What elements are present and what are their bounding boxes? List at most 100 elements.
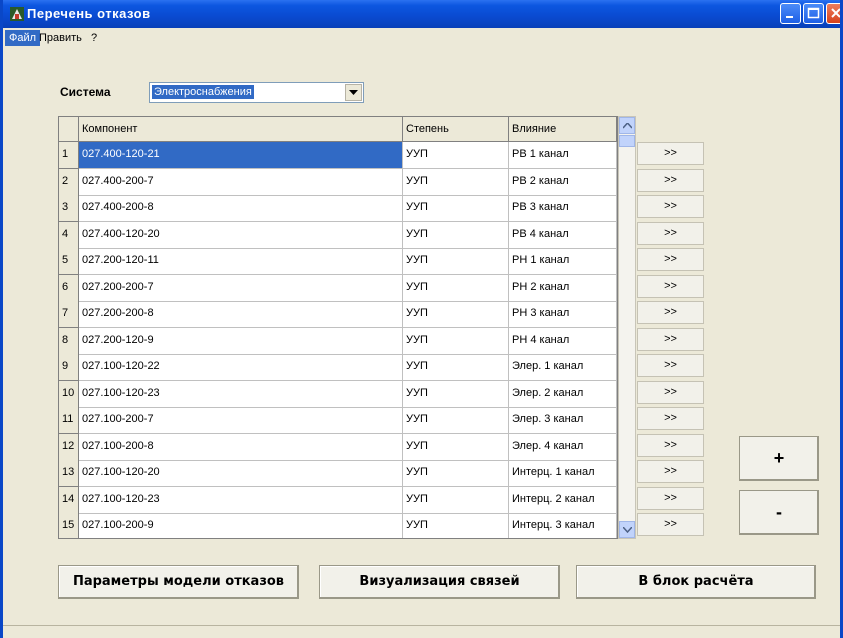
- failure-model-params-button[interactable]: Параметры модели отказов: [58, 565, 299, 599]
- row-detail-button[interactable]: >>: [637, 460, 704, 483]
- row-detail-button[interactable]: >>: [637, 433, 704, 457]
- maximize-button[interactable]: [803, 3, 824, 24]
- add-button[interactable]: +: [739, 436, 819, 481]
- effect-cell[interactable]: РВ 3 канал: [509, 195, 617, 222]
- menu-edit[interactable]: Править: [35, 30, 86, 46]
- row-detail-button[interactable]: >>: [637, 380, 704, 404]
- effect-cell[interactable]: Элер. 4 канал: [509, 433, 617, 461]
- table-row[interactable]: 1 027.400-120-21 УУП РВ 1 канал: [59, 142, 617, 169]
- component-cell[interactable]: 027.200-120-9: [79, 327, 403, 355]
- system-combobox[interactable]: Электроснабжения: [149, 82, 364, 103]
- effect-cell[interactable]: РВ 4 канал: [509, 221, 617, 249]
- row-detail-button[interactable]: >>: [637, 221, 704, 245]
- menu-help[interactable]: ?: [87, 30, 101, 46]
- degree-cell[interactable]: УУП: [403, 274, 509, 302]
- degree-cell[interactable]: УУП: [403, 248, 509, 275]
- component-cell[interactable]: 027.100-120-20: [79, 460, 403, 487]
- effect-cell[interactable]: Элер. 1 канал: [509, 354, 617, 381]
- row-number-cell[interactable]: 3: [59, 195, 79, 222]
- component-cell[interactable]: 027.400-120-21: [79, 142, 403, 169]
- column-header-component[interactable]: Компонент: [79, 117, 403, 142]
- table-row[interactable]: 9 027.100-120-22 УУП Элер. 1 канал: [59, 354, 617, 381]
- degree-cell[interactable]: УУП: [403, 460, 509, 487]
- scroll-down-button[interactable]: [619, 521, 635, 538]
- effect-cell[interactable]: РВ 1 канал: [509, 142, 617, 169]
- table-row[interactable]: 4 027.400-120-20 УУП РВ 4 канал: [59, 221, 617, 249]
- row-detail-button[interactable]: >>: [637, 195, 704, 218]
- table-row[interactable]: 6 027.200-200-7 УУП РН 2 канал: [59, 274, 617, 302]
- row-detail-button[interactable]: >>: [637, 354, 704, 377]
- row-detail-button[interactable]: >>: [637, 168, 704, 192]
- component-cell[interactable]: 027.400-200-7: [79, 168, 403, 196]
- remove-button[interactable]: -: [739, 490, 819, 535]
- column-header-degree[interactable]: Степень: [403, 117, 509, 142]
- degree-cell[interactable]: УУП: [403, 486, 509, 514]
- component-cell[interactable]: 027.100-120-22: [79, 354, 403, 381]
- row-number-cell[interactable]: 1: [59, 142, 79, 169]
- scroll-thumb[interactable]: [619, 135, 635, 147]
- table-row[interactable]: 14 027.100-120-23 УУП Интерц. 2 канал: [59, 486, 617, 514]
- degree-cell[interactable]: УУП: [403, 433, 509, 461]
- table-row[interactable]: 2 027.400-200-7 УУП РВ 2 канал: [59, 168, 617, 196]
- to-calculation-button[interactable]: В блок расчёта: [576, 565, 816, 599]
- degree-cell[interactable]: УУП: [403, 221, 509, 249]
- table-row[interactable]: 5 027.200-120-11 УУП РН 1 канал: [59, 248, 617, 275]
- component-cell[interactable]: 027.200-200-8: [79, 301, 403, 328]
- row-detail-button[interactable]: >>: [637, 301, 704, 324]
- row-detail-button[interactable]: >>: [637, 407, 704, 430]
- effect-cell[interactable]: Интерц. 1 канал: [509, 460, 617, 487]
- degree-cell[interactable]: УУП: [403, 380, 509, 408]
- effect-cell[interactable]: Интерц. 3 канал: [509, 513, 617, 538]
- visualize-links-button[interactable]: Визуализация связей: [319, 565, 560, 599]
- row-number-cell[interactable]: 6: [59, 274, 79, 302]
- table-row[interactable]: 3 027.400-200-8 УУП РВ 3 канал: [59, 195, 617, 222]
- effect-cell[interactable]: Интерц. 2 канал: [509, 486, 617, 514]
- component-cell[interactable]: 027.100-120-23: [79, 486, 403, 514]
- component-cell[interactable]: 027.100-120-23: [79, 380, 403, 408]
- component-cell[interactable]: 027.400-200-8: [79, 195, 403, 222]
- effect-cell[interactable]: РВ 2 канал: [509, 168, 617, 196]
- row-detail-button[interactable]: >>: [637, 248, 704, 271]
- row-detail-button[interactable]: >>: [637, 513, 704, 536]
- row-number-cell[interactable]: 12: [59, 433, 79, 461]
- degree-cell[interactable]: УУП: [403, 168, 509, 196]
- degree-cell[interactable]: УУП: [403, 142, 509, 169]
- table-row[interactable]: 15 027.100-200-9 УУП Интерц. 3 канал: [59, 513, 617, 538]
- vertical-scrollbar[interactable]: [618, 116, 636, 539]
- degree-cell[interactable]: УУП: [403, 327, 509, 355]
- effect-cell[interactable]: РН 2 канал: [509, 274, 617, 302]
- row-detail-button[interactable]: >>: [637, 142, 704, 165]
- row-detail-button[interactable]: >>: [637, 274, 704, 298]
- row-detail-button[interactable]: >>: [637, 327, 704, 351]
- row-number-cell[interactable]: 9: [59, 354, 79, 381]
- degree-cell[interactable]: УУП: [403, 513, 509, 538]
- component-cell[interactable]: 027.100-200-8: [79, 433, 403, 461]
- title-bar[interactable]: Перечень отказов: [3, 0, 840, 28]
- degree-cell[interactable]: УУП: [403, 407, 509, 434]
- table-row[interactable]: 13 027.100-120-20 УУП Интерц. 1 канал: [59, 460, 617, 487]
- component-cell[interactable]: 027.200-200-7: [79, 274, 403, 302]
- row-number-cell[interactable]: 11: [59, 407, 79, 434]
- dropdown-button[interactable]: [345, 84, 362, 101]
- component-cell[interactable]: 027.400-120-20: [79, 221, 403, 249]
- component-cell[interactable]: 027.200-120-11: [79, 248, 403, 275]
- table-row[interactable]: 12 027.100-200-8 УУП Элер. 4 канал: [59, 433, 617, 461]
- row-number-cell[interactable]: 5: [59, 248, 79, 275]
- row-detail-button[interactable]: >>: [637, 486, 704, 510]
- effect-cell[interactable]: РН 3 канал: [509, 301, 617, 328]
- effect-cell[interactable]: Элер. 2 канал: [509, 380, 617, 408]
- degree-cell[interactable]: УУП: [403, 301, 509, 328]
- minimize-button[interactable]: [780, 3, 801, 24]
- effect-cell[interactable]: РН 4 канал: [509, 327, 617, 355]
- table-row[interactable]: 8 027.200-120-9 УУП РН 4 канал: [59, 327, 617, 355]
- row-number-cell[interactable]: 13: [59, 460, 79, 487]
- column-header-effect[interactable]: Влияние: [509, 117, 617, 142]
- row-number-cell[interactable]: 7: [59, 301, 79, 328]
- effect-cell[interactable]: Элер. 3 канал: [509, 407, 617, 434]
- row-number-cell[interactable]: 15: [59, 513, 79, 538]
- close-button[interactable]: [826, 3, 840, 24]
- row-number-cell[interactable]: 4: [59, 221, 79, 249]
- row-number-cell[interactable]: 8: [59, 327, 79, 355]
- degree-cell[interactable]: УУП: [403, 195, 509, 222]
- row-number-cell[interactable]: 14: [59, 486, 79, 514]
